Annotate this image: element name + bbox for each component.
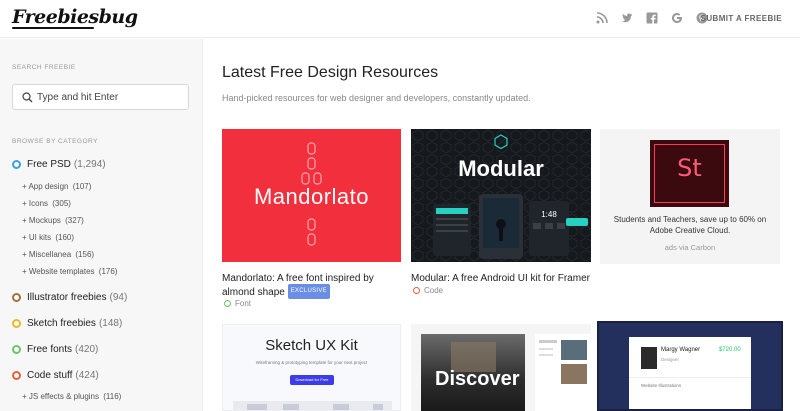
twitter-icon[interactable] [621, 12, 633, 24]
category-dot-icon [12, 345, 21, 354]
search-input[interactable] [37, 89, 185, 106]
sketch-ux-kit-thumb-sub: Wireframing & prototyping template for y… [255, 360, 368, 365]
card-title-line: almond shape [222, 287, 285, 299]
category-dot-icon [224, 300, 231, 307]
modular-artwork: Modular 1:48 [411, 129, 591, 262]
google-icon[interactable] [671, 12, 683, 24]
subcategory-icons[interactable]: + Icons (305) [22, 199, 71, 208]
adobe-stock-logo-icon: St [650, 140, 729, 207]
card-title-modular[interactable]: Modular: A free Android UI kit for Frame… [411, 272, 601, 285]
subcategory-label: + Mockups [22, 216, 61, 225]
subcategory-miscellanea[interactable]: + Miscellanea (156) [22, 250, 94, 259]
subcategory-count: (156) [75, 250, 95, 259]
category-illustrator-freebies[interactable]: Illustrator freebies (94) [12, 292, 127, 303]
card-thumbnail-modular[interactable]: Modular 1:48 [411, 129, 591, 262]
card-thumbnail-discover[interactable]: Discover [411, 324, 591, 411]
modular-thumb-text: Modular [458, 156, 544, 181]
category-count: (424) [75, 370, 99, 381]
category-label: Illustrator freebies [27, 292, 107, 303]
subcategory-count: (176) [98, 267, 118, 276]
category-count: (148) [98, 318, 123, 329]
discover-thumb-text: Discover [435, 368, 520, 390]
category-label: Sketch freebies [27, 318, 96, 329]
category-dot-icon [413, 287, 420, 294]
subcategory-label: + Website templates [22, 267, 95, 276]
category-dot-icon [12, 293, 21, 302]
category-count: (1,294) [73, 159, 106, 170]
profile-price: $720.00 [719, 347, 741, 353]
subcategory-count: (160) [55, 233, 75, 242]
category-sketch-freebies[interactable]: Sketch freebies (148) [12, 318, 122, 329]
site-logo[interactable]: Freebiesbug [12, 6, 138, 28]
sidebar: SEARCH FREEBIE BROWSE BY CATEGORY Free P… [0, 39, 203, 411]
profile-caption: Website Illustrations [641, 383, 682, 388]
card-title-line: Mandorlato: A free font inspired by [222, 273, 374, 284]
subcategory-count: (327) [65, 216, 84, 225]
search-box[interactable] [12, 84, 189, 110]
search-icon [22, 92, 33, 103]
mandorlato-artwork: Mandorlato [254, 142, 369, 246]
card-title-mandorlato[interactable]: Mandorlato: A free font inspired by almo… [222, 272, 402, 300]
page-subtitle: Hand-picked resources for web designer a… [222, 93, 531, 103]
category-free-psd[interactable]: Free PSD (1,294) [12, 159, 106, 170]
sketch-ux-kit-preview-strip [233, 401, 392, 410]
subcategory-label: + JS effects & plugins [22, 392, 100, 401]
category-label: Free fonts [27, 344, 73, 355]
category-code-stuff[interactable]: Code stuff (424) [12, 370, 99, 381]
discover-photo: Discover [421, 334, 525, 411]
logo-underline [12, 27, 94, 29]
card-category-code[interactable]: Code [413, 286, 443, 295]
subcategory-app-design[interactable]: + App design (107) [22, 182, 91, 191]
sketch-ux-kit-thumb-title: Sketch UX Kit [265, 337, 358, 354]
top-header: Freebiesbug SUBMIT A FREEBIE [0, 0, 800, 38]
subcategory-count: (116) [103, 392, 122, 401]
subcategory-js-effects[interactable]: + JS effects & plugins (116) [22, 392, 121, 401]
discover-sidebar-preview [535, 334, 591, 411]
submit-freebie-link[interactable]: SUBMIT A FREEBIE [701, 14, 782, 23]
subcategory-mockups[interactable]: + Mockups (327) [22, 216, 84, 225]
svg-text:1:48: 1:48 [541, 210, 557, 219]
search-label: SEARCH FREEBIE [12, 64, 76, 71]
profile-name: Margy Wagner [661, 347, 701, 353]
card-thumbnail-sketch-ux-kit[interactable]: Sketch UX Kit Wireframing & prototyping … [222, 324, 401, 411]
subcategory-count: (305) [52, 199, 71, 208]
category-count: (94) [109, 292, 128, 303]
category-free-fonts[interactable]: Free fonts (420) [12, 344, 98, 355]
subcategory-count: (107) [72, 182, 92, 191]
card-category-font[interactable]: Font [224, 299, 251, 308]
subcategory-ui-kits[interactable]: + UI kits (160) [22, 233, 74, 242]
card-thumbnail-mandorlato[interactable]: Mandorlato [222, 129, 401, 262]
browse-label: BROWSE BY CATEGORY [12, 138, 98, 145]
subcategory-label: + App design [22, 182, 69, 191]
rss-icon[interactable] [596, 12, 608, 24]
page-title: Latest Free Design Resources [222, 64, 439, 81]
subcategory-website-templates[interactable]: + Website templates (176) [22, 267, 117, 276]
ad-logo-text: St [677, 154, 702, 182]
profile-card-preview: Margy Wagner $720.00 Designer Website Il… [629, 337, 751, 409]
profile-role: Designer [661, 357, 680, 362]
social-icons [596, 12, 708, 24]
facebook-icon[interactable] [646, 12, 658, 24]
category-label: Code stuff [27, 370, 73, 381]
category-dot-icon [12, 160, 21, 169]
category-dot-icon [12, 371, 21, 380]
ad-via-carbon[interactable]: ads via Carbon [600, 243, 780, 252]
sketch-ux-kit-thumb-button: Download for Free [290, 375, 334, 385]
category-label: Free PSD [27, 159, 71, 170]
subcategory-label: + Icons [22, 199, 49, 208]
category-count: (420) [75, 344, 99, 355]
ad-text[interactable]: Students and Teachers, save up to 60% on… [606, 214, 774, 236]
subcategory-label: + UI kits [22, 233, 52, 242]
card-thumbnail-website-illustrations[interactable]: Margy Wagner $720.00 Designer Website Il… [597, 321, 783, 411]
carbon-ad[interactable]: St Students and Teachers, save up to 60%… [600, 129, 780, 264]
card-category-label: Code [424, 286, 444, 295]
category-dot-icon [12, 319, 21, 328]
card-category-label: Font [235, 299, 252, 308]
subcategory-label: + Miscellanea [22, 250, 72, 259]
exclusive-badge: EXCLUSIVE [287, 284, 330, 299]
mandorlato-thumb-text: Mandorlato [254, 184, 369, 209]
